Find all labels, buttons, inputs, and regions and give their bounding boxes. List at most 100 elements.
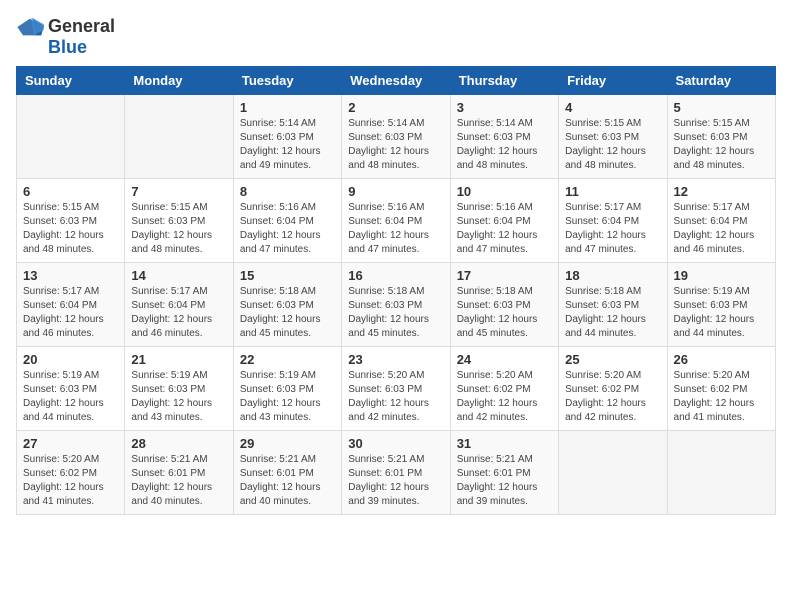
day-info: Sunrise: 5:14 AM Sunset: 6:03 PM Dayligh… [348,117,443,173]
calendar-table: SundayMondayTuesdayWednesdayThursdayFrid… [16,66,776,515]
calendar-cell: 30Sunrise: 5:21 AM Sunset: 6:01 PM Dayli… [342,431,450,515]
calendar-cell: 8 Sunrise: 5:16 AM Sunset: 6:04 PM Daylig… [233,179,341,263]
day-header-monday: Monday [125,67,233,95]
calendar-cell: 22 Sunrise: 5:19 AM Sunset: 6:03 PM Dayli… [233,347,341,431]
day-number: 25 [565,352,660,367]
calendar-cell [667,431,775,515]
day-number: 1 [240,100,335,115]
day-info: Sunrise: 5:17 AM Sunset: 6:04 PM Dayligh… [23,285,118,341]
calendar-cell: 6Sunrise: 5:15 AM Sunset: 6:03 PM Daylig… [17,179,125,263]
calendar-cell [559,431,667,515]
logo: General Blue [16,16,115,58]
calendar-cell [17,95,125,179]
day-header-thursday: Thursday [450,67,558,95]
day-number: 20 [23,352,118,367]
calendar-header-row: SundayMondayTuesdayWednesdayThursdayFrid… [17,67,776,95]
day-info: Sunrise: 5:21 AM Sunset: 6:01 PM Dayligh… [240,453,335,509]
page-header: General Blue [16,16,776,58]
day-number: 5 [674,100,769,115]
day-number: 22 [240,352,335,367]
day-number: 2 [348,100,443,115]
day-number: 4 [565,100,660,115]
day-number: 19 [674,268,769,283]
calendar-week-2: 6 Sunrise: 5:15 AM Sunset: 6:03 PM Daylig… [17,179,776,263]
day-header-friday: Friday [559,67,667,95]
day-number: 18 [565,268,660,283]
day-number: 28 [131,436,226,451]
day-number: 15 [240,268,335,283]
calendar-cell: 27Sunrise: 5:20 AM Sunset: 6:02 PM Dayli… [17,431,125,515]
calendar-cell: 1 Sunrise: 5:14 AM Sunset: 6:03 PM Daylig… [233,95,341,179]
calendar-cell: 5 Sunrise: 5:15 AM Sunset: 6:03 PM Daylig… [667,95,775,179]
day-header-saturday: Saturday [667,67,775,95]
calendar-cell: 25 Sunrise: 5:20 AM Sunset: 6:02 PM Dayli… [559,347,667,431]
day-header-wednesday: Wednesday [342,67,450,95]
calendar-cell [125,95,233,179]
day-number: 29 [240,436,335,451]
calendar-cell: 23 Sunrise: 5:20 AM Sunset: 6:03 PM Dayli… [342,347,450,431]
day-info: Sunrise: 5:14 AM Sunset: 6:03 PM Dayligh… [240,117,335,173]
day-header-tuesday: Tuesday [233,67,341,95]
calendar-cell: 31 Sunrise: 5:21 AM Sunset: 6:01 PM Dayli… [450,431,558,515]
calendar-cell: 15 Sunrise: 5:18 AM Sunset: 6:03 PM Dayli… [233,263,341,347]
day-info: Sunrise: 5:18 AM Sunset: 6:03 PM Dayligh… [457,285,552,341]
day-info: Sunrise: 5:16 AM Sunset: 6:04 PM Dayligh… [240,201,335,257]
calendar-cell: 14Sunrise: 5:17 AM Sunset: 6:04 PM Dayli… [125,263,233,347]
calendar-cell: 7 Sunrise: 5:15 AM Sunset: 6:03 PM Daylig… [125,179,233,263]
day-number: 16 [348,268,443,283]
calendar-week-5: 27Sunrise: 5:20 AM Sunset: 6:02 PM Dayli… [17,431,776,515]
calendar-week-1: 1 Sunrise: 5:14 AM Sunset: 6:03 PM Daylig… [17,95,776,179]
day-number: 7 [131,184,226,199]
day-number: 23 [348,352,443,367]
calendar-cell: 18 Sunrise: 5:18 AM Sunset: 6:03 PM Dayli… [559,263,667,347]
day-info: Sunrise: 5:20 AM Sunset: 6:03 PM Dayligh… [348,369,443,425]
day-info: Sunrise: 5:15 AM Sunset: 6:03 PM Dayligh… [674,117,769,173]
calendar-week-4: 20 Sunrise: 5:19 AM Sunset: 6:03 PM Dayli… [17,347,776,431]
day-number: 6 [23,184,118,199]
day-info: Sunrise: 5:18 AM Sunset: 6:03 PM Dayligh… [240,285,335,341]
calendar-cell: 4 Sunrise: 5:15 AM Sunset: 6:03 PM Daylig… [559,95,667,179]
day-info: Sunrise: 5:19 AM Sunset: 6:03 PM Dayligh… [674,285,769,341]
day-number: 3 [457,100,552,115]
calendar-cell: 11 Sunrise: 5:17 AM Sunset: 6:04 PM Dayli… [559,179,667,263]
generalblue-logo-icon [16,17,44,37]
logo-general-text: General [48,16,115,36]
day-info: Sunrise: 5:19 AM Sunset: 6:03 PM Dayligh… [23,369,118,425]
day-info: Sunrise: 5:18 AM Sunset: 6:03 PM Dayligh… [565,285,660,341]
day-info: Sunrise: 5:20 AM Sunset: 6:02 PM Dayligh… [565,369,660,425]
day-number: 21 [131,352,226,367]
day-number: 8 [240,184,335,199]
calendar-cell: 13 Sunrise: 5:17 AM Sunset: 6:04 PM Dayli… [17,263,125,347]
day-info: Sunrise: 5:21 AM Sunset: 6:01 PM Dayligh… [457,453,552,509]
day-header-sunday: Sunday [17,67,125,95]
day-info: Sunrise: 5:16 AM Sunset: 6:04 PM Dayligh… [348,201,443,257]
day-number: 30 [348,436,443,451]
day-number: 26 [674,352,769,367]
logo-blue-text: Blue [48,37,87,57]
calendar-cell: 28Sunrise: 5:21 AM Sunset: 6:01 PM Dayli… [125,431,233,515]
day-number: 12 [674,184,769,199]
calendar-cell: 20 Sunrise: 5:19 AM Sunset: 6:03 PM Dayli… [17,347,125,431]
day-number: 14 [131,268,226,283]
calendar-cell: 24 Sunrise: 5:20 AM Sunset: 6:02 PM Dayli… [450,347,558,431]
day-info: Sunrise: 5:17 AM Sunset: 6:04 PM Dayligh… [674,201,769,257]
day-info: Sunrise: 5:19 AM Sunset: 6:03 PM Dayligh… [131,369,226,425]
day-info: Sunrise: 5:15 AM Sunset: 6:03 PM Dayligh… [565,117,660,173]
day-number: 13 [23,268,118,283]
day-number: 11 [565,184,660,199]
calendar-cell: 21 Sunrise: 5:19 AM Sunset: 6:03 PM Dayli… [125,347,233,431]
day-number: 31 [457,436,552,451]
day-info: Sunrise: 5:15 AM Sunset: 6:03 PM Dayligh… [131,201,226,257]
day-info: Sunrise: 5:19 AM Sunset: 6:03 PM Dayligh… [240,369,335,425]
day-info: Sunrise: 5:20 AM Sunset: 6:02 PM Dayligh… [457,369,552,425]
day-info: Sunrise: 5:18 AM Sunset: 6:03 PM Dayligh… [348,285,443,341]
day-number: 24 [457,352,552,367]
day-info: Sunrise: 5:17 AM Sunset: 6:04 PM Dayligh… [565,201,660,257]
calendar-cell: 12 Sunrise: 5:17 AM Sunset: 6:04 PM Dayli… [667,179,775,263]
calendar-cell: 19 Sunrise: 5:19 AM Sunset: 6:03 PM Dayli… [667,263,775,347]
calendar-cell: 17Sunrise: 5:18 AM Sunset: 6:03 PM Dayli… [450,263,558,347]
day-info: Sunrise: 5:20 AM Sunset: 6:02 PM Dayligh… [23,453,118,509]
calendar-cell: 16 Sunrise: 5:18 AM Sunset: 6:03 PM Dayli… [342,263,450,347]
day-info: Sunrise: 5:14 AM Sunset: 6:03 PM Dayligh… [457,117,552,173]
calendar-cell: 3 Sunrise: 5:14 AM Sunset: 6:03 PM Daylig… [450,95,558,179]
